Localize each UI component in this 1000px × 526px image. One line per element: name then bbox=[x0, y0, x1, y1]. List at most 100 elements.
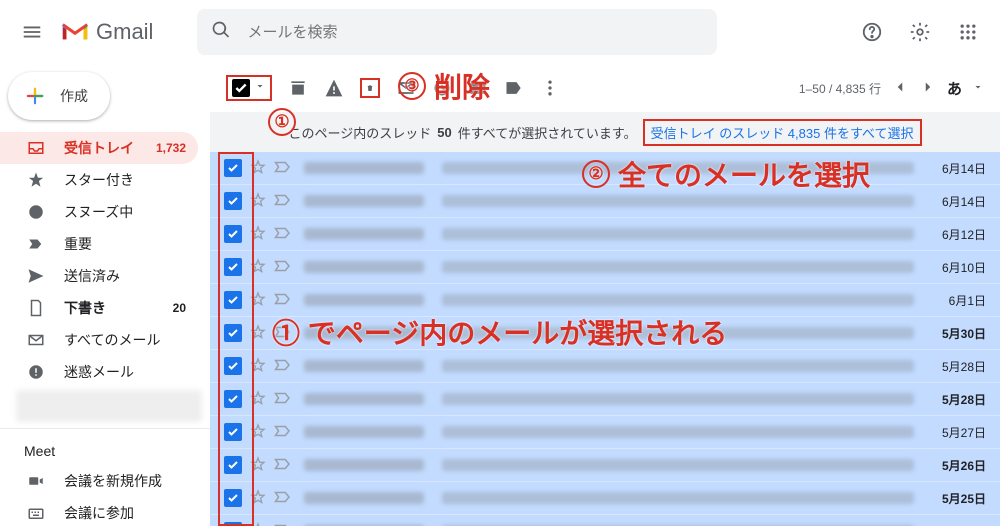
star-icon[interactable] bbox=[250, 390, 266, 409]
sender-blur bbox=[304, 195, 424, 207]
sidebar-item-label: 迷惑メール bbox=[64, 362, 134, 382]
row-checkbox[interactable] bbox=[224, 489, 242, 507]
row-checkbox[interactable] bbox=[224, 225, 242, 243]
report-spam-button[interactable] bbox=[324, 78, 344, 98]
important-icon[interactable] bbox=[274, 523, 292, 526]
sidebar-item-1[interactable]: スター付き bbox=[0, 164, 198, 196]
row-date: 5月25日 bbox=[932, 490, 986, 507]
star-icon[interactable] bbox=[250, 357, 266, 376]
important-icon[interactable] bbox=[274, 424, 292, 441]
compose-button[interactable]: 作成 bbox=[8, 72, 110, 120]
email-row[interactable]: 5月25日 bbox=[210, 482, 1000, 515]
sender-blur bbox=[304, 492, 424, 504]
select-all-conversations-link[interactable]: 受信トレイ のスレッド 4,835 件をすべて選択 bbox=[643, 119, 922, 146]
plus-icon bbox=[22, 83, 48, 109]
settings-icon[interactable] bbox=[900, 12, 940, 52]
email-row[interactable]: 6月14日 bbox=[210, 185, 1000, 218]
star-icon[interactable] bbox=[250, 225, 266, 244]
select-all-checkbox[interactable] bbox=[226, 75, 272, 101]
important-icon[interactable] bbox=[274, 193, 292, 210]
important-icon[interactable] bbox=[274, 259, 292, 276]
email-row[interactable]: 5月24日 bbox=[210, 515, 1000, 526]
input-tools-button[interactable]: あ bbox=[947, 78, 962, 99]
sidebar-item-label: 受信トレイ bbox=[64, 138, 134, 158]
search-input[interactable] bbox=[245, 23, 703, 42]
sidebar-item-6[interactable]: すべてのメール bbox=[0, 324, 198, 356]
row-checkbox[interactable] bbox=[224, 522, 242, 526]
sidebar-item-4[interactable]: 送信済み bbox=[0, 260, 198, 292]
next-page-button[interactable] bbox=[919, 78, 937, 99]
move-to-button[interactable] bbox=[468, 78, 488, 98]
email-row[interactable]: 6月14日 bbox=[210, 152, 1000, 185]
meet-item-1[interactable]: 会議に参加 bbox=[0, 497, 198, 526]
email-row[interactable]: 6月10日 bbox=[210, 251, 1000, 284]
row-checkbox[interactable] bbox=[224, 291, 242, 309]
meet-item-label: 会議を新規作成 bbox=[64, 471, 162, 491]
row-checkbox[interactable] bbox=[224, 390, 242, 408]
row-checkbox[interactable] bbox=[224, 324, 242, 342]
important-icon[interactable] bbox=[274, 160, 292, 177]
row-date: 6月1日 bbox=[932, 292, 986, 309]
star-icon[interactable] bbox=[250, 423, 266, 442]
important-icon[interactable] bbox=[274, 292, 292, 309]
prev-page-button[interactable] bbox=[891, 78, 909, 99]
search-bar[interactable] bbox=[197, 9, 717, 55]
row-checkbox[interactable] bbox=[224, 357, 242, 375]
more-button[interactable] bbox=[540, 78, 560, 98]
email-row[interactable]: 5月27日 bbox=[210, 416, 1000, 449]
star-icon[interactable] bbox=[250, 258, 266, 277]
apps-icon[interactable] bbox=[948, 12, 988, 52]
subject-blur bbox=[442, 492, 914, 504]
sidebar-item-2[interactable]: スヌーズ中 bbox=[0, 196, 198, 228]
important-icon[interactable] bbox=[274, 325, 292, 342]
row-checkbox[interactable] bbox=[224, 456, 242, 474]
sidebar-item-badge: 20 bbox=[173, 301, 186, 315]
email-row[interactable]: 5月28日 bbox=[210, 383, 1000, 416]
archive-button[interactable] bbox=[288, 78, 308, 98]
delete-button[interactable] bbox=[360, 78, 380, 98]
email-row[interactable]: 5月28日 bbox=[210, 350, 1000, 383]
row-checkbox[interactable] bbox=[224, 258, 242, 276]
sidebar-item-3[interactable]: 重要 bbox=[0, 228, 198, 260]
subject-blur bbox=[442, 360, 914, 372]
important-icon[interactable] bbox=[274, 358, 292, 375]
compose-label: 作成 bbox=[60, 86, 88, 106]
email-row[interactable]: 6月1日 bbox=[210, 284, 1000, 317]
meet-item-0[interactable]: 会議を新規作成 bbox=[0, 465, 198, 497]
email-row[interactable]: 6月12日 bbox=[210, 218, 1000, 251]
important-icon[interactable] bbox=[274, 490, 292, 507]
main-menu-button[interactable] bbox=[8, 8, 56, 56]
sender-blur bbox=[304, 228, 424, 240]
sidebar-item-7[interactable]: 迷惑メール bbox=[0, 356, 198, 388]
important-icon[interactable] bbox=[274, 457, 292, 474]
main-pane: 1–50 / 4,835 行 あ このページ内のスレッド 50 件すべてが選択さ… bbox=[210, 64, 1000, 526]
star-icon[interactable] bbox=[250, 489, 266, 508]
chevron-down-icon[interactable] bbox=[972, 81, 984, 96]
snooze-button[interactable] bbox=[432, 78, 452, 98]
star-icon[interactable] bbox=[250, 159, 266, 178]
send-icon bbox=[26, 267, 46, 285]
star-icon[interactable] bbox=[250, 456, 266, 475]
important-icon[interactable] bbox=[274, 226, 292, 243]
mark-unread-button[interactable] bbox=[396, 78, 416, 98]
email-row[interactable]: 5月30日 bbox=[210, 317, 1000, 350]
help-icon[interactable] bbox=[852, 12, 892, 52]
star-icon[interactable] bbox=[250, 522, 266, 526]
labels-button[interactable] bbox=[504, 78, 524, 98]
subject-blur bbox=[442, 459, 914, 471]
gmail-icon bbox=[60, 21, 90, 43]
row-checkbox[interactable] bbox=[224, 423, 242, 441]
star-icon[interactable] bbox=[250, 291, 266, 310]
row-checkbox[interactable] bbox=[224, 159, 242, 177]
row-date: 5月28日 bbox=[932, 391, 986, 408]
clock-icon bbox=[26, 203, 46, 221]
email-row[interactable]: 5月26日 bbox=[210, 449, 1000, 482]
important-icon[interactable] bbox=[274, 391, 292, 408]
row-checkbox[interactable] bbox=[224, 192, 242, 210]
star-icon[interactable] bbox=[250, 324, 266, 343]
chevron-down-icon[interactable] bbox=[254, 79, 266, 97]
gmail-logo[interactable]: Gmail bbox=[60, 19, 153, 45]
sidebar-item-0[interactable]: 受信トレイ 1,732 bbox=[0, 132, 198, 164]
sidebar-item-5[interactable]: 下書き 20 bbox=[0, 292, 198, 324]
star-icon[interactable] bbox=[250, 192, 266, 211]
